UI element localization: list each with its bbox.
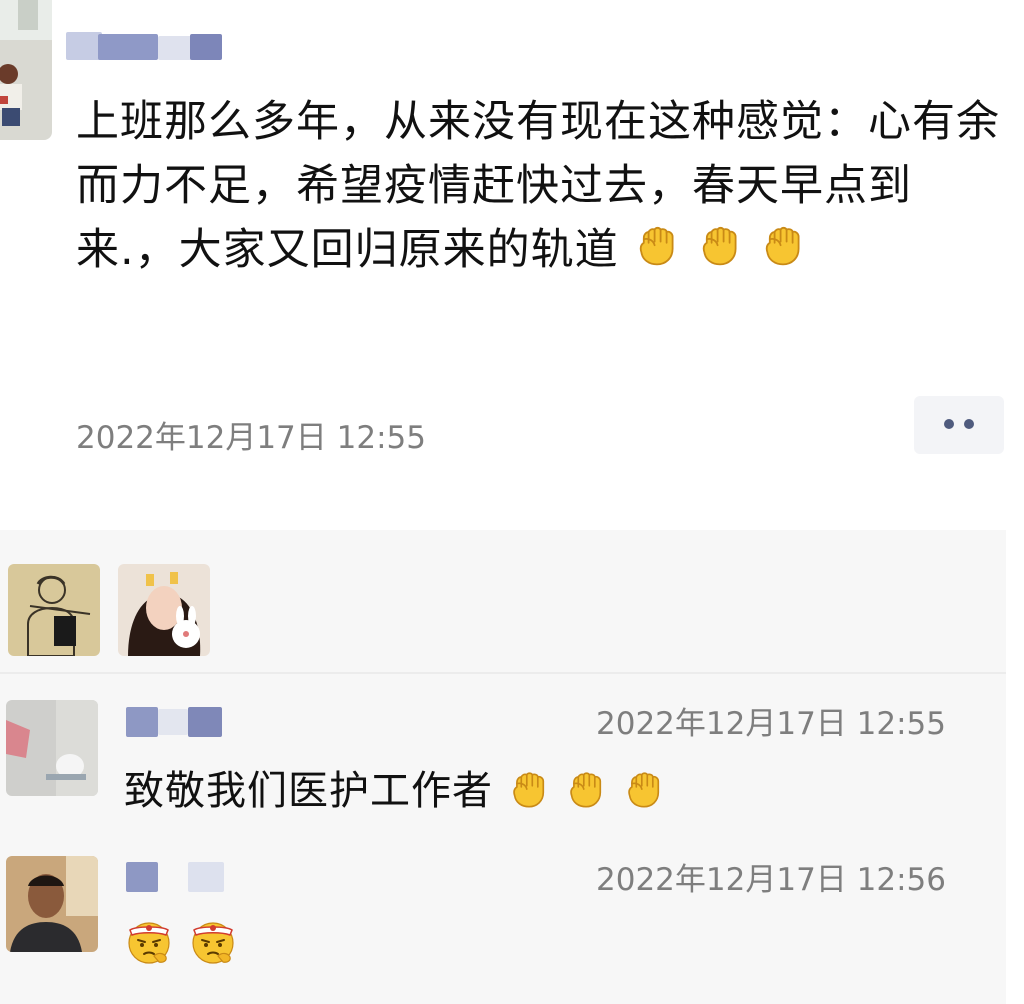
like-avatar-girl[interactable] [118, 564, 210, 656]
post-author-avatar[interactable] [0, 0, 52, 140]
more-options-button[interactable] [914, 396, 1004, 454]
post-text: 上班那么多年，从来没有现在这种感觉：心有余而力不足，希望疫情赶快过去，春天早点到… [76, 90, 1006, 286]
fist-emoji [564, 766, 608, 820]
post-timestamp: 2022年12月17日 12:55 [76, 420, 426, 456]
commenter-avatar[interactable] [6, 700, 98, 796]
comment-text: 致敬我们医护工作者 [124, 758, 666, 820]
commenter-name-redacted[interactable] [126, 705, 236, 737]
fist-emoji [622, 766, 666, 820]
post-text-body: 上班那么多年，从来没有现在这种感觉：心有余而力不足，希望疫情赶快过去，春天早点到… [76, 97, 1000, 275]
likes-comments-panel: 2022年12月17日 12:55 致敬我们医护工作者 2022年12月17日 … [0, 530, 1006, 1004]
comment-text [124, 916, 238, 976]
commenter-avatar[interactable] [6, 856, 98, 952]
likes-divider [0, 672, 1006, 674]
comment-timestamp: 2022年12月17日 12:56 [596, 862, 946, 898]
fist-emoji [507, 766, 551, 820]
determined-face-emoji [188, 916, 238, 976]
comment-timestamp: 2022年12月17日 12:55 [596, 706, 946, 742]
post-author-name-redacted[interactable] [66, 30, 226, 64]
fist-emoji [633, 220, 681, 286]
commenter-name-redacted[interactable] [126, 862, 236, 894]
like-avatar-sketch[interactable] [8, 564, 100, 656]
fist-emoji [759, 220, 807, 286]
fist-emoji [696, 220, 744, 286]
comment-text-body: 致敬我们医护工作者 [124, 768, 493, 814]
determined-face-emoji [124, 916, 174, 976]
